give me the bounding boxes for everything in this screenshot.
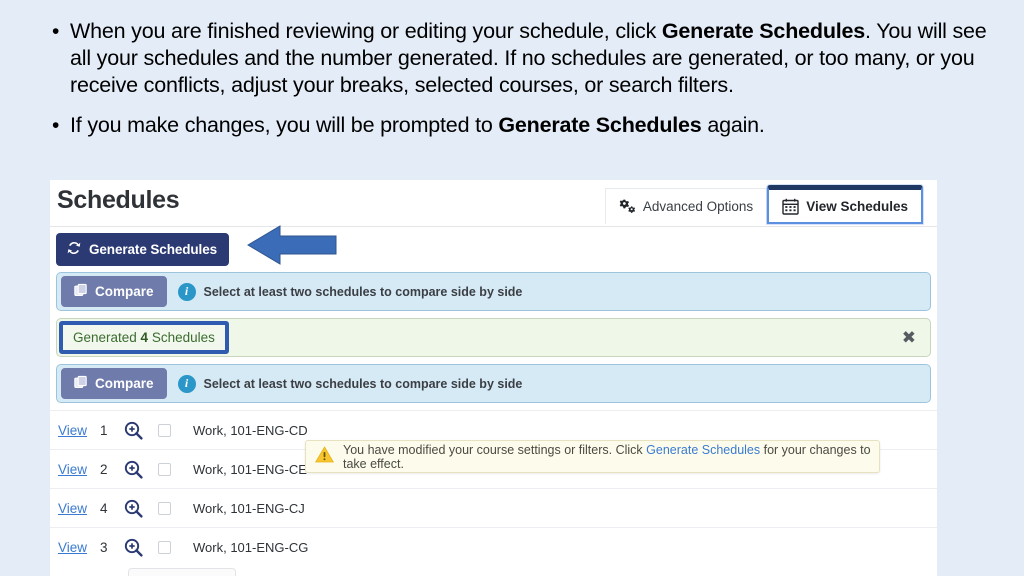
compare-hint-bottom: i Select at least two schedules to compa… — [177, 374, 523, 393]
row-number: 4 — [100, 500, 108, 516]
gears-icon — [619, 199, 636, 215]
compare-hint-bottom-text: Select at least two schedules to compare… — [203, 376, 523, 391]
view-link[interactable]: View — [58, 501, 100, 516]
row-label: Work, 101-ENG-CJ — [193, 500, 305, 516]
generated-count-pill: Generated 4 Schedules — [59, 321, 229, 354]
bullet-list: • When you are finished reviewing or edi… — [52, 18, 1002, 144]
warning-text: You have modified your course settings o… — [343, 443, 879, 471]
generate-schedules-button[interactable]: Generate Schedules — [56, 233, 230, 266]
bullet-text-1: When you are finished reviewing or editi… — [70, 18, 1002, 99]
calendar-icon — [782, 198, 799, 215]
modified-settings-warning: You have modified your course settings o… — [305, 440, 880, 473]
warning-triangle-icon — [315, 445, 334, 468]
bullet-text-2: If you make changes, you will be prompte… — [70, 112, 765, 139]
generated-count-bar: Generated 4 Schedules ✖ — [56, 318, 931, 357]
bullet-point-icon: • — [52, 20, 60, 43]
row-checkbox[interactable] — [158, 462, 171, 476]
compare-button-top-label: Compare — [95, 284, 154, 299]
bullet-point-icon: • — [52, 114, 60, 137]
zoom-in-icon[interactable] — [124, 499, 158, 518]
tab-advanced-options[interactable]: Advanced Options — [604, 188, 768, 224]
app-header: Schedules Advanced Options View Schedule… — [50, 180, 937, 227]
slide-root: • When you are finished reviewing or edi… — [0, 0, 1024, 576]
generated-prefix: Generated — [73, 330, 141, 345]
view-link[interactable]: View — [58, 462, 100, 477]
copy-icon — [74, 375, 88, 392]
row-label: Work, 101-ENG-CD — [193, 422, 308, 438]
row-checkbox[interactable] — [158, 501, 171, 515]
row-number: 2 — [100, 461, 108, 477]
zoom-in-icon[interactable] — [124, 421, 158, 440]
refresh-icon — [67, 241, 81, 258]
schedule-list: View 1 Work, 101-ENG-CD View 2 Work, 101-ENG-… — [50, 410, 937, 566]
list-item: • If you make changes, you will be promp… — [52, 112, 1002, 140]
emphasis-text: Generate Schedules — [498, 113, 702, 137]
zoom-in-icon[interactable] — [124, 538, 158, 557]
partial-tooltip-stub — [128, 568, 236, 576]
generate-toolbar: Generate Schedules — [50, 227, 937, 272]
warning-text-before: You have modified your course settings o… — [343, 442, 647, 457]
plain-text: again. — [701, 113, 765, 137]
compare-bar-bottom: Compare i Select at least two schedules … — [56, 364, 931, 403]
compare-bar-top: Compare i Select at least two schedules … — [56, 272, 931, 311]
tab-bar: Advanced Options View Schedules — [604, 185, 923, 224]
table-row: View 3 Work, 101-ENG-CG — [50, 527, 937, 566]
info-circle-icon: i — [177, 282, 196, 301]
generated-count: 4 — [140, 330, 149, 345]
row-checkbox[interactable] — [158, 540, 171, 554]
row-checkbox[interactable] — [158, 423, 171, 437]
compare-hint-top: i Select at least two schedules to compa… — [177, 282, 523, 301]
emphasis-text: Generate Schedules — [661, 19, 866, 43]
row-label: Work, 101-ENG-CG — [193, 539, 309, 555]
tab-view-schedules[interactable]: View Schedules — [767, 185, 923, 224]
view-link[interactable]: View — [58, 423, 100, 438]
callout-arrow — [246, 224, 338, 271]
tab-view-schedules-label: View Schedules — [806, 198, 908, 214]
copy-icon — [74, 283, 88, 300]
row-label: Work, 101-ENG-CE — [193, 461, 307, 477]
row-number: 1 — [100, 422, 108, 438]
compare-button-bottom-label: Compare — [95, 376, 154, 391]
row-number: 3 — [100, 539, 108, 555]
compare-button-top[interactable]: Compare — [61, 276, 167, 307]
view-link[interactable]: View — [58, 540, 100, 555]
schedules-app-screenshot: Schedules Advanced Options View Schedule… — [50, 180, 937, 576]
zoom-in-icon[interactable] — [124, 460, 158, 479]
compare-hint-top-text: Select at least two schedules to compare… — [203, 284, 523, 299]
plain-text: If you make changes, you will be prompte… — [70, 113, 499, 137]
tab-advanced-options-label: Advanced Options — [642, 199, 754, 214]
compare-button-bottom[interactable]: Compare — [61, 368, 167, 399]
generated-suffix: Schedules — [148, 330, 215, 345]
list-item: • When you are finished reviewing or edi… — [52, 18, 1002, 99]
warning-generate-link[interactable]: Generate Schedules — [646, 443, 760, 457]
close-icon[interactable]: ✖ — [902, 328, 916, 348]
info-circle-icon: i — [177, 374, 196, 393]
plain-text: When you are finished reviewing or editi… — [70, 19, 662, 43]
table-row: View 4 Work, 101-ENG-CJ — [50, 488, 937, 527]
page-title: Schedules — [57, 186, 180, 214]
generate-schedules-label: Generate Schedules — [89, 242, 218, 257]
